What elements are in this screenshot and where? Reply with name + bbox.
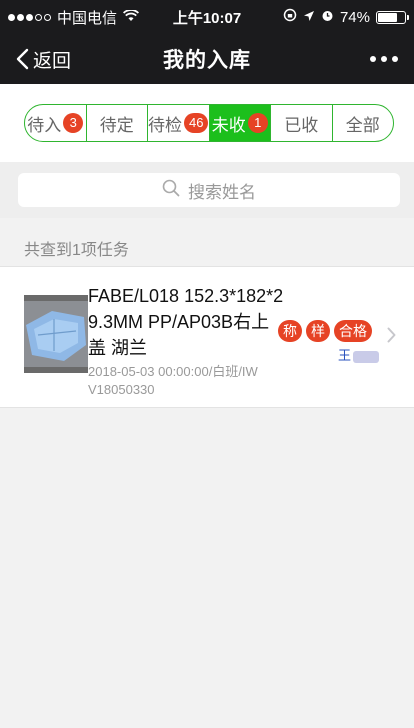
- assignee-name: 王: [338, 345, 380, 364]
- alarm-icon: [321, 9, 334, 26]
- status-bar: 中国电信 上午10:07 74%: [0, 0, 414, 34]
- result-count: 共查到1项任务: [24, 242, 129, 259]
- status-time: 上午10:07: [172, 9, 242, 27]
- search-section: 搜索姓名: [0, 162, 414, 218]
- tag-weigh: 称: [278, 320, 302, 342]
- redacted-name-blur: [353, 350, 380, 363]
- tab-label: 全部: [345, 115, 380, 135]
- filter-tabs: 待入 3 待定 待检 46 未收 1 已收 全部: [24, 104, 394, 142]
- product-thumbnail: [24, 295, 88, 373]
- rotation-lock-icon: [283, 8, 297, 26]
- nav-bar: 返回 我的入库: [0, 34, 414, 84]
- tab-label: 待入: [27, 115, 62, 135]
- filter-tabs-section: 待入 3 待定 待检 46 未收 1 已收 全部: [0, 84, 414, 162]
- tab-2[interactable]: 待检 46: [147, 105, 209, 141]
- back-label: 返回: [33, 50, 72, 72]
- tag-sample: 样: [306, 320, 330, 342]
- carrier-name: 中国电信: [57, 9, 118, 27]
- battery-percent: 74%: [339, 8, 370, 26]
- back-button[interactable]: 返回: [16, 34, 71, 84]
- page-title: 我的入库: [163, 49, 251, 72]
- item-tags: 称 样 合格: [278, 320, 372, 342]
- tab-3[interactable]: 未收 1: [208, 105, 270, 141]
- task-list: FABE/L018 152.3*182*29.3MM PP/AP03B右上盖 湖…: [0, 266, 414, 408]
- battery-fill: [378, 12, 398, 22]
- tag-qualified: 合格: [334, 320, 372, 342]
- signal-strength-icon: [8, 13, 51, 21]
- assignee-label: 王: [338, 348, 352, 363]
- search-input[interactable]: 搜索姓名: [18, 173, 400, 207]
- location-icon: [303, 9, 315, 26]
- search-placeholder: 搜索姓名: [188, 182, 256, 202]
- count-badge: 1: [247, 113, 268, 133]
- status-left: 中国电信: [8, 7, 140, 28]
- tab-5[interactable]: 全部: [331, 105, 394, 141]
- status-right: 74%: [283, 8, 409, 26]
- count-badge: 46: [184, 113, 209, 133]
- battery-icon: [376, 10, 409, 24]
- wifi-icon: [122, 8, 140, 26]
- search-icon: [162, 179, 180, 202]
- tab-4[interactable]: 已收: [270, 105, 332, 141]
- more-menu-icon[interactable]: [370, 34, 398, 84]
- item-title: FABE/L018 152.3*182*29.3MM PP/AP03B右上盖 湖…: [88, 286, 284, 358]
- chevron-right-icon: [387, 327, 396, 348]
- tab-label: 已收: [284, 115, 319, 135]
- tab-label: 待检: [148, 115, 183, 135]
- tab-label: 待定: [99, 115, 134, 135]
- tab-1[interactable]: 待定: [85, 105, 148, 141]
- chevron-left-icon: [16, 48, 29, 70]
- tab-label: 未收: [211, 115, 246, 135]
- list-item[interactable]: FABE/L018 152.3*182*29.3MM PP/AP03B右上盖 湖…: [0, 267, 414, 407]
- tab-0[interactable]: 待入 3: [25, 105, 86, 141]
- count-badge: 3: [63, 113, 84, 133]
- item-subtitle: 2018-05-03 00:00:00/白班/IWV18050330: [88, 364, 258, 397]
